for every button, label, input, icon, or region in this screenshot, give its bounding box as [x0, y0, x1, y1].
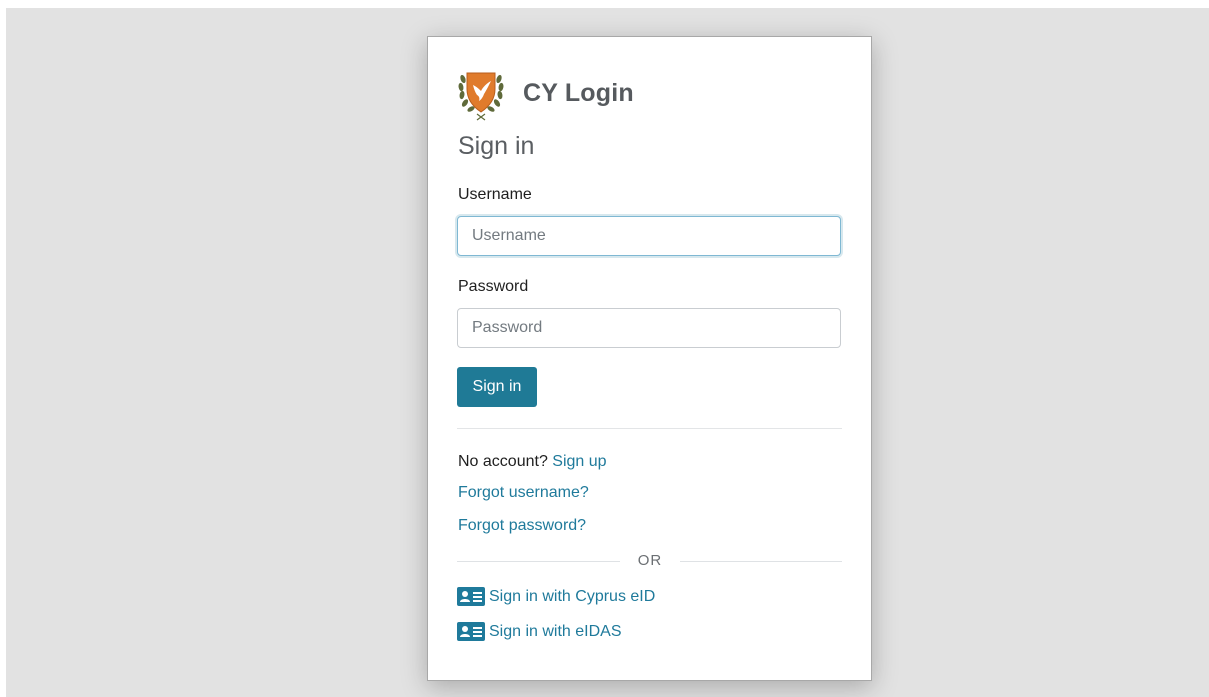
or-text: OR [637, 552, 663, 569]
username-input[interactable] [457, 216, 841, 256]
sign-in-eidas-link[interactable]: Sign in with eIDAS [457, 622, 622, 641]
forgot-username-link[interactable]: Forgot username? [458, 484, 589, 502]
password-input[interactable] [457, 308, 841, 348]
page-title: Sign in [458, 132, 535, 160]
no-account-line: No account? Sign up [458, 453, 607, 471]
separator-line-right [680, 561, 842, 562]
sign-up-link[interactable]: Sign up [552, 453, 606, 470]
page-background: CY Login Sign in Username Password Sign … [6, 8, 1209, 697]
sign-in-button[interactable]: Sign in [457, 367, 537, 407]
brand-name: CY Login [523, 78, 634, 107]
eidas-label: Sign in with eIDAS [489, 622, 622, 640]
login-card: CY Login Sign in Username Password Sign … [427, 36, 872, 681]
cyprus-coat-of-arms-icon [458, 72, 504, 121]
separator-line-left [457, 561, 620, 562]
section-divider [457, 428, 842, 429]
forgot-password-link[interactable]: Forgot password? [458, 517, 586, 535]
id-card-icon [457, 622, 485, 641]
brand-header: CY Login [457, 65, 634, 121]
cyprus-eid-label: Sign in with Cyprus eID [489, 587, 656, 605]
id-card-icon [457, 587, 485, 606]
username-label: Username [458, 186, 532, 203]
sign-in-cyprus-eid-link[interactable]: Sign in with Cyprus eID [457, 587, 655, 606]
no-account-text: No account? [458, 453, 548, 470]
or-separator: OR [457, 550, 842, 572]
password-label: Password [458, 278, 529, 295]
